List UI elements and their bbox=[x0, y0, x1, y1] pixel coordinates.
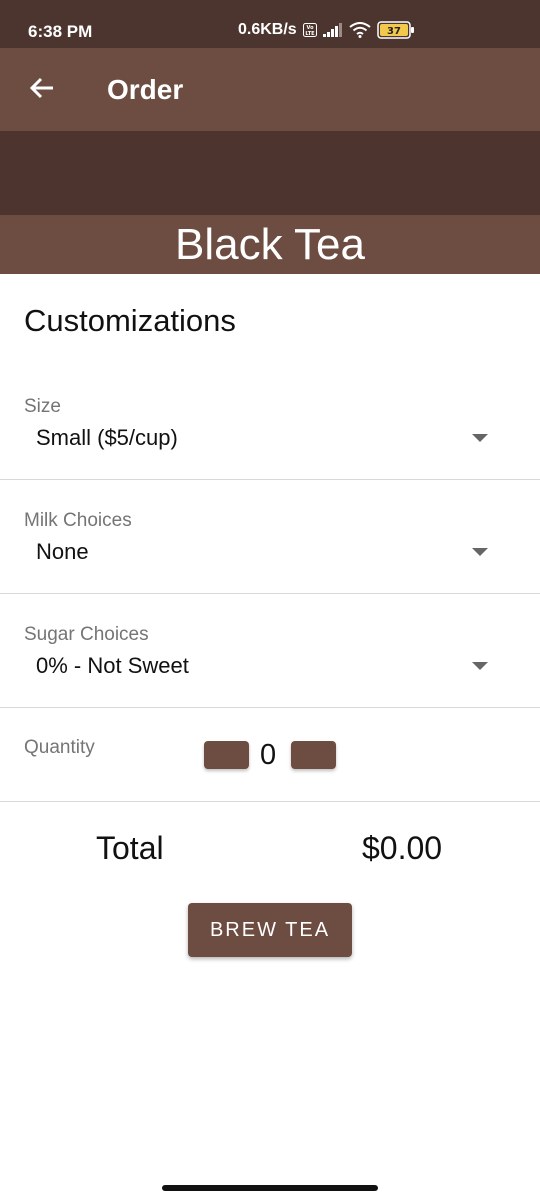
dropdown-arrow-icon bbox=[472, 548, 488, 556]
volte-icon: Vo LTE bbox=[302, 23, 317, 37]
dropdown-arrow-icon bbox=[472, 434, 488, 442]
quantity-label: Quantity bbox=[24, 737, 95, 758]
status-time: 6:38 PM bbox=[28, 22, 93, 41]
customizations-heading: Customizations bbox=[24, 303, 236, 338]
quantity-value: 0 bbox=[260, 739, 277, 771]
milk-dropdown[interactable]: Milk Choices None bbox=[0, 480, 540, 594]
svg-text:37: 37 bbox=[387, 26, 401, 37]
total-label: Total bbox=[96, 830, 164, 866]
status-bar: 6:38 PM 0.6KB/s Vo LTE 37 bbox=[0, 0, 540, 48]
page-title: Order bbox=[107, 74, 184, 105]
wifi-icon bbox=[349, 22, 371, 38]
size-dropdown[interactable]: Size Small ($5/cup) bbox=[0, 366, 540, 480]
brew-tea-button[interactable]: BREW TEA bbox=[188, 903, 352, 957]
back-button[interactable] bbox=[22, 70, 62, 110]
back-arrow-icon bbox=[29, 75, 55, 106]
total-value: $0.00 bbox=[362, 830, 443, 866]
increment-button[interactable] bbox=[291, 741, 336, 769]
battery-icon: 37 bbox=[376, 21, 415, 39]
dropdown-arrow-icon bbox=[472, 662, 488, 670]
milk-label: Milk Choices bbox=[24, 510, 132, 531]
decrement-button[interactable] bbox=[204, 741, 249, 769]
sugar-label: Sugar Choices bbox=[24, 624, 149, 645]
product-title: Black Tea bbox=[175, 220, 365, 269]
sugar-dropdown[interactable]: Sugar Choices 0% - Not Sweet bbox=[0, 594, 540, 708]
quantity-stepper: Quantity 0 bbox=[0, 708, 540, 802]
milk-value: None bbox=[36, 539, 89, 564]
status-indicators: 0.6KB/s Vo LTE 37 bbox=[238, 21, 415, 39]
app-bar: Order bbox=[0, 48, 540, 131]
svg-text:LTE: LTE bbox=[305, 31, 315, 37]
hero-image-band bbox=[0, 131, 540, 215]
size-value: Small ($5/cup) bbox=[36, 425, 178, 450]
signal-icon bbox=[322, 23, 343, 37]
size-label: Size bbox=[24, 396, 61, 417]
sugar-value: 0% - Not Sweet bbox=[36, 653, 189, 678]
home-indicator[interactable] bbox=[162, 1185, 378, 1191]
hero-title-band: Black Tea bbox=[0, 215, 540, 274]
network-speed: 0.6KB/s bbox=[238, 21, 297, 38]
